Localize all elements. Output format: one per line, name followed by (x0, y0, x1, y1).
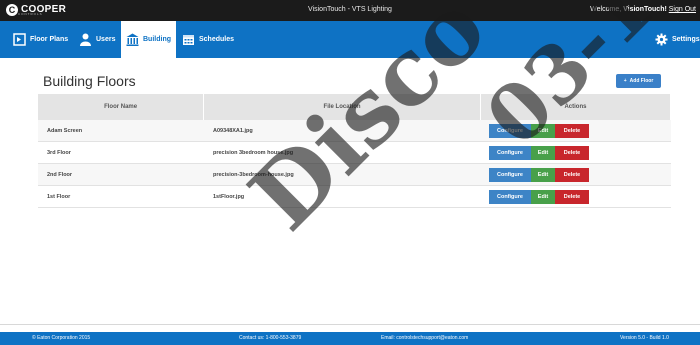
configure-button[interactable]: Configure (489, 145, 531, 160)
table-row: 2nd Floor precision-3bedroom-house.jpg C… (38, 164, 671, 186)
plus-icon: + (623, 78, 627, 84)
delete-button[interactable]: Delete (555, 123, 589, 138)
calendar-icon (183, 35, 194, 45)
nav-users-label: Users (96, 36, 116, 43)
actions-cell: Configure Edit Delete (481, 186, 671, 207)
edit-button[interactable]: Edit (531, 167, 555, 182)
floor-name-cell: Adam Screen (47, 127, 83, 134)
nav-settings-label: Settings (672, 36, 700, 43)
actions-cell: Configure Edit Delete (481, 120, 671, 141)
file-location-cell: 1stFloor.jpg (213, 193, 245, 200)
floor-name-cell: 3rd Floor (47, 149, 71, 156)
main-nav: Floor Plans Users Building Schedules Set… (0, 21, 700, 58)
configure-button[interactable]: Configure (489, 189, 531, 204)
edit-button[interactable]: Edit (531, 189, 555, 204)
user-icon (80, 33, 91, 46)
floor-name-cell: 2nd Floor (47, 171, 73, 178)
floor-name-cell: 1st Floor (47, 193, 71, 200)
sign-out-link[interactable]: Sign Out (669, 6, 696, 13)
footer-version: Version 5.0 - Build 1.0 (620, 335, 669, 341)
delete-button[interactable]: Delete (555, 145, 589, 160)
delete-button[interactable]: Delete (555, 189, 589, 204)
add-floor-button[interactable]: + Add Floor (616, 74, 661, 88)
nav-schedules-label: Schedules (199, 36, 235, 43)
edit-button[interactable]: Edit (531, 145, 555, 160)
nav-floor-plans-label: Floor Plans (30, 36, 69, 43)
building-icon (126, 33, 139, 46)
table-row: 1st Floor 1stFloor.jpg Configure Edit De… (38, 186, 671, 208)
col-file-location: File Location (204, 94, 481, 120)
nav-users[interactable]: Users (79, 21, 115, 58)
gear-icon (655, 33, 668, 46)
table-row: Adam Screen A09348XA1.jpg Configure Edit… (38, 120, 671, 142)
page-title: Building Floors (43, 73, 136, 89)
nav-building-label: Building (143, 36, 171, 43)
floors-table: Floor Name File Location Actions Adam Sc… (38, 94, 671, 208)
footer-divider (0, 324, 700, 325)
footer-contact: Contact us: 1-800-553-3879 (239, 335, 302, 341)
footer-email[interactable]: Email: controlstechsupport@eaton.com (381, 335, 468, 341)
footer: © Eaton Corporation 2015 Contact us: 1-8… (0, 332, 700, 345)
configure-button[interactable]: Configure (489, 167, 531, 182)
footer-copyright: © Eaton Corporation 2015 (32, 335, 91, 341)
nav-building[interactable]: Building (121, 21, 176, 58)
nav-floor-plans[interactable]: Floor Plans (13, 21, 68, 58)
top-bar: C COOPER CONTROLS VisionTouch - VTS Ligh… (0, 0, 700, 21)
actions-cell: Configure Edit Delete (481, 142, 671, 163)
table-body: Adam Screen A09348XA1.jpg Configure Edit… (38, 120, 671, 208)
file-location-cell: precision 3bedroom house.jpg (213, 149, 294, 156)
configure-button[interactable]: Configure (489, 123, 531, 138)
file-location-cell: A09348XA1.jpg (213, 127, 253, 134)
floor-plans-icon (13, 33, 26, 46)
actions-cell: Configure Edit Delete (481, 164, 671, 185)
col-floor-name: Floor Name (38, 94, 205, 120)
welcome-text: Welcome, (590, 6, 624, 13)
file-location-cell: precision-3bedroom-house.jpg (213, 171, 294, 178)
add-floor-label: Add Floor (629, 78, 654, 84)
edit-button[interactable]: Edit (531, 123, 555, 138)
col-actions: Actions (481, 94, 671, 120)
nav-schedules[interactable]: Schedules (182, 21, 234, 58)
nav-settings[interactable]: Settings (655, 21, 700, 58)
user-name: VisionTouch! (623, 6, 667, 13)
welcome-message: Welcome, VisionTouch! Sign Out (590, 6, 696, 13)
table-row: 3rd Floor precision 3bedroom house.jpg C… (38, 142, 671, 164)
delete-button[interactable]: Delete (555, 167, 589, 182)
table-header: Floor Name File Location Actions (38, 94, 671, 120)
